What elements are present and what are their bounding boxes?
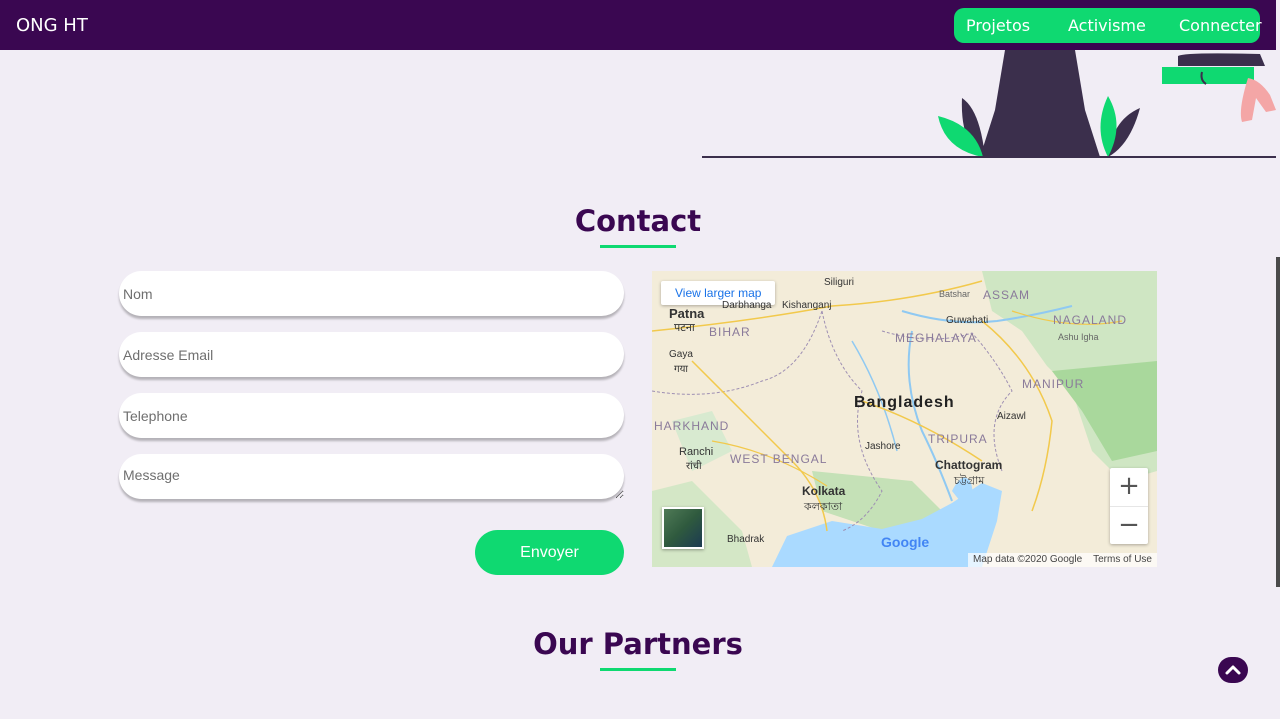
contact-title: Contact xyxy=(574,204,702,238)
map-label-ranchi: Ranchi xyxy=(679,446,714,458)
map-label-darbhanga: Darbhanga xyxy=(722,300,772,311)
map-label-kishanganj: Kishanganj xyxy=(782,300,832,311)
message-textarea[interactable] xyxy=(119,454,624,499)
map-label-gaya-local: गया xyxy=(674,364,689,375)
map-label-nagaland: NAGALAND xyxy=(1053,313,1128,327)
scrollbar-thumb[interactable] xyxy=(1276,257,1280,587)
zoom-out-button[interactable]: − xyxy=(1110,506,1148,545)
map-label-jashore: Jashore xyxy=(865,441,901,452)
map-label-patna: Patna xyxy=(669,306,705,321)
nav-link-activisme[interactable]: Activisme xyxy=(1068,16,1146,35)
map-label-manipur: MANIPUR xyxy=(1022,377,1085,391)
map-label-aizawl: Aizawl xyxy=(997,411,1026,422)
map-label-ranchi-local: रांची xyxy=(686,461,702,472)
google-logo: Google xyxy=(881,534,929,550)
map-label-kolkata-local: কলকাতা xyxy=(804,501,843,513)
map-footer: Map data ©2020 Google Terms of Use xyxy=(968,553,1157,567)
send-button[interactable]: Envoyer xyxy=(475,530,624,575)
map-label-batshar: Batshar xyxy=(939,289,971,299)
map-label-tripura: TRIPURA xyxy=(928,432,988,446)
navbar: ONG HT Projetos Activisme Connecter xyxy=(0,0,1276,50)
map-label-bihar: BIHAR xyxy=(709,325,751,339)
map-label-kolkata: Kolkata xyxy=(802,484,846,498)
embedded-map[interactable]: View larger map Siliguri Darbhanga Kisha… xyxy=(652,271,1157,567)
nav-links: Projetos Activisme Connecter xyxy=(954,8,1262,43)
name-input[interactable] xyxy=(119,271,624,316)
map-label-jharkhand: HARKHAND xyxy=(654,419,730,433)
map-label-siliguri: Siliguri xyxy=(824,277,855,288)
chevron-up-icon xyxy=(1225,665,1241,675)
map-label-patna-local: पटना xyxy=(674,322,695,334)
map-label-gaya: Gaya xyxy=(669,349,693,360)
map-label-west-bengal: WEST BENGAL xyxy=(730,452,828,466)
zoom-in-button[interactable]: + xyxy=(1110,468,1148,506)
map-label-guwahati: Guwahati xyxy=(946,315,989,326)
map-label-bhadrak: Bhadrak xyxy=(727,534,765,545)
map-label-meghalaya: MEGHALAYA xyxy=(895,331,977,345)
contact-title-underline xyxy=(600,245,676,248)
map-label-bangladesh: Bangladesh xyxy=(854,394,955,411)
map-label-assam: ASSAM xyxy=(983,288,1031,302)
partners-title-underline xyxy=(600,668,676,671)
map-label-ashu-igha: Ashu Igha xyxy=(1058,332,1099,342)
brand-logo[interactable]: ONG HT xyxy=(16,15,88,36)
map-label-chattogram-local: চট্টগ্রাম xyxy=(954,475,985,487)
map-label-chattogram: Chattogram xyxy=(935,458,1003,472)
map-attribution: Map data ©2020 Google xyxy=(973,554,1083,565)
terms-of-use-link[interactable]: Terms of Use xyxy=(1093,554,1152,565)
satellite-view-toggle[interactable] xyxy=(662,507,704,549)
nav-link-connecter[interactable]: Connecter xyxy=(1179,16,1262,35)
google-logo-text: Google xyxy=(881,534,930,550)
phone-input[interactable] xyxy=(119,393,624,438)
map-zoom-controls: + − xyxy=(1110,468,1148,544)
partners-title: Our Partners xyxy=(533,627,743,661)
back-to-top-button[interactable] xyxy=(1218,657,1248,683)
email-input[interactable] xyxy=(119,332,624,377)
nav-link-projetos[interactable]: Projetos xyxy=(966,16,1030,35)
hero-illustration xyxy=(700,50,1280,160)
